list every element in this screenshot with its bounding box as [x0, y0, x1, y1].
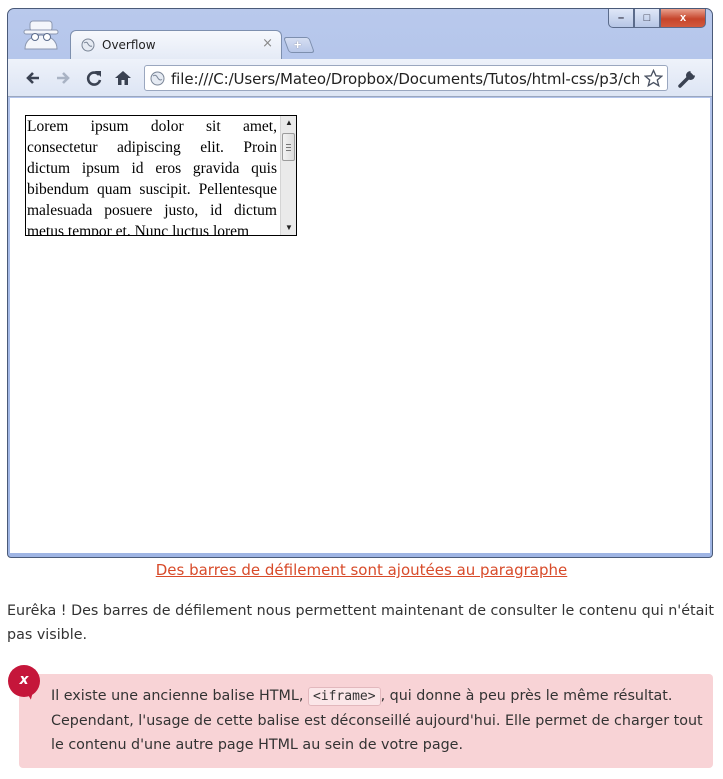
wrench-icon[interactable]: [677, 69, 697, 89]
scrollbar-thumb[interactable]: [282, 133, 295, 161]
warning-badge-icon: x: [8, 665, 40, 697]
home-icon[interactable]: [114, 69, 132, 87]
page-info-icon[interactable]: [150, 71, 165, 86]
warning-text: Il existe une ancienne balise HTML, <ifr…: [51, 684, 711, 757]
warning-text-start: Il existe une ancienne balise HTML,: [51, 688, 308, 704]
close-window-button[interactable]: x: [660, 9, 706, 28]
maximize-icon: □: [643, 12, 651, 24]
inline-code: <iframe>: [307, 687, 381, 706]
scroll-down-arrow-icon[interactable]: ▼: [281, 221, 296, 235]
browser-toolbar: file:///C:/Users/Mateo/Dropbox/Documents…: [8, 59, 712, 97]
scrollable-paragraph[interactable]: Lorem ipsum dolor sit amet, consectetur …: [25, 115, 297, 236]
window-controls: – □ x: [608, 9, 706, 29]
arrow-right-icon[interactable]: [54, 69, 72, 87]
reload-icon[interactable]: [85, 69, 103, 87]
minimize-button[interactable]: –: [608, 9, 634, 28]
globe-icon: [81, 38, 95, 52]
page-viewport: Lorem ipsum dolor sit amet, consectetur …: [10, 98, 710, 553]
arrow-left-icon[interactable]: [24, 69, 42, 87]
scroll-up-arrow-icon[interactable]: ▲: [281, 116, 296, 130]
figure-caption: Des barres de défilement sont ajoutées a…: [155, 561, 568, 579]
body-paragraph: Eurêka ! Des barres de défilement nous p…: [7, 603, 714, 643]
address-bar[interactable]: file:///C:/Users/Mateo/Dropbox/Documents…: [144, 65, 668, 91]
tab-title: Overflow: [102, 38, 156, 52]
tab-close-button[interactable]: ×: [262, 36, 273, 51]
url-text: file:///C:/Users/Mateo/Dropbox/Documents…: [171, 70, 639, 88]
star-icon[interactable]: [644, 69, 663, 88]
paragraph-text: Lorem ipsum dolor sit amet, consectetur …: [27, 118, 277, 236]
new-tab-button[interactable]: +: [283, 37, 315, 53]
browser-tab[interactable]: Overflow ×: [70, 30, 282, 60]
title-bar: Overflow × + – □ x: [8, 9, 712, 60]
vertical-scrollbar[interactable]: ▲ ▼: [280, 116, 296, 235]
plus-icon: +: [293, 37, 302, 52]
browser-window: Overflow × + – □ x file:///C:/Users/Mate…: [7, 8, 713, 558]
incognito-icon: [23, 20, 59, 50]
maximize-button[interactable]: □: [634, 9, 660, 28]
close-icon: x: [679, 12, 687, 24]
minimize-icon: –: [617, 12, 625, 24]
